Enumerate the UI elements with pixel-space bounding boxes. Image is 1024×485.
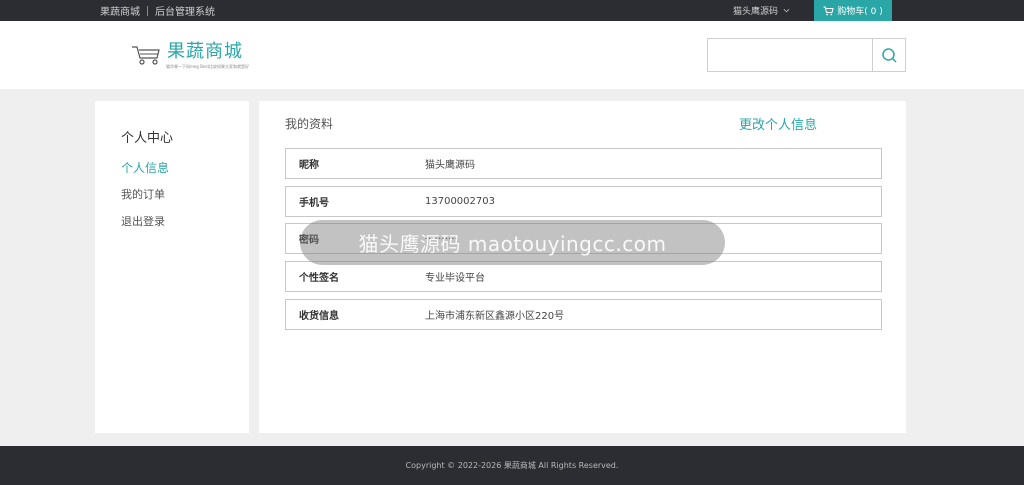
top-bar: 果蔬商城 后台管理系统 猫头鹰源码 购物车( 0 ) — [0, 0, 1024, 21]
chevron-down-icon — [783, 8, 790, 13]
field-value: 13700002703 — [425, 196, 495, 207]
field-row-address: 收货信息 上海市浦东新区鑫源小区220号 — [285, 299, 882, 330]
field-row-nickname: 昵称 猫头鹰源码 — [285, 148, 882, 179]
logo-subtitle: 猫华果一下如meg Best比较如果大家和就是好 — [166, 64, 250, 69]
field-row-phone: 手机号 13700002703 — [285, 186, 882, 217]
search-button[interactable] — [872, 39, 905, 71]
field-label: 昵称 — [299, 160, 319, 171]
edit-profile-link[interactable]: 更改个人信息 — [739, 114, 817, 133]
footer: Copyright © 2022-2026 果蔬商城 All Rights Re… — [0, 446, 1024, 485]
search-input[interactable] — [708, 39, 873, 71]
field-value: 上海市浦东新区鑫源小区220号 — [425, 311, 565, 322]
field-label: 收货信息 — [299, 311, 339, 322]
field-row-signature: 个性签名 专业毕设平台 — [285, 261, 882, 292]
field-value: 专业毕设平台 — [425, 273, 485, 284]
top-links: 果蔬商城 后台管理系统 — [100, 0, 215, 21]
sidebar-item-profile[interactable]: 个人信息 — [121, 161, 169, 188]
cart-button[interactable]: 购物车( 0 ) — [814, 0, 892, 21]
search-box — [707, 38, 906, 72]
watermark-overlay: 猫头鹰源码 maotouyingcc.com — [300, 220, 725, 265]
admin-link[interactable]: 后台管理系统 — [155, 3, 215, 18]
sidebar-item-logout[interactable]: 退出登录 — [121, 215, 169, 242]
page-title: 我的资料 — [285, 117, 334, 131]
divider — [147, 5, 148, 16]
profile-panel: 我的资料 更改个人信息 昵称 猫头鹰源码 手机号 13700002703 密码 … — [259, 101, 906, 433]
username-label: 猫头鹰源码 — [733, 7, 779, 17]
sidebar: 个人中心 个人信息 我的订单 退出登录 — [95, 101, 249, 433]
site-home-link[interactable]: 果蔬商城 — [100, 3, 140, 18]
logo-title[interactable]: 果蔬商城 — [167, 37, 243, 63]
user-menu[interactable]: 猫头鹰源码 — [733, 0, 790, 21]
sidebar-menu: 个人信息 我的订单 退出登录 — [121, 161, 169, 242]
sidebar-item-orders[interactable]: 我的订单 — [121, 188, 169, 215]
field-label: 个性签名 — [299, 273, 339, 284]
cart-label: 购物车( 0 ) — [837, 7, 883, 17]
cart-logo-icon — [132, 46, 160, 65]
field-label: 手机号 — [299, 198, 329, 209]
sidebar-title: 个人中心 — [121, 131, 174, 146]
cart-icon — [823, 6, 834, 15]
field-value: 猫头鹰源码 — [425, 160, 475, 171]
copyright-text: Copyright © 2022-2026 果蔬商城 All Rights Re… — [405, 461, 619, 470]
header: 果蔬商城 猫华果一下如meg Best比较如果大家和就是好 — [0, 21, 1024, 89]
search-icon — [881, 47, 897, 63]
